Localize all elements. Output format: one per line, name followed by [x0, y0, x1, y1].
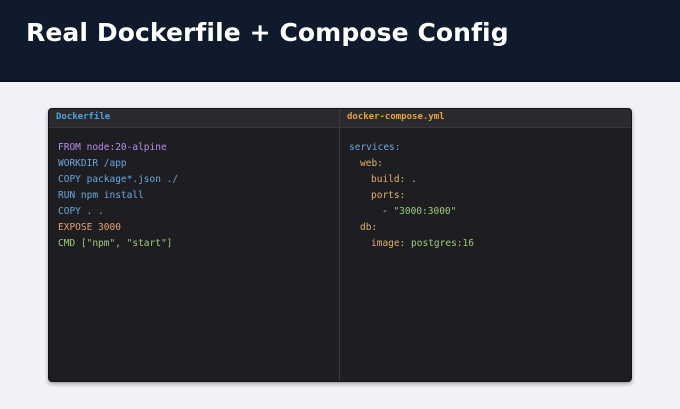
- page-title: Real Dockerfile + Compose Config: [26, 18, 509, 47]
- dockerfile-pane: Dockerfile FROM node:20-alpine WORKDIR /a…: [49, 109, 340, 381]
- dockerfile-tab-label: Dockerfile: [56, 112, 111, 122]
- yaml-value: .: [405, 174, 417, 185]
- compose-tab-label: docker-compose.yml: [347, 112, 445, 122]
- compose-tab[interactable]: docker-compose.yml: [340, 109, 631, 128]
- dockerfile-line: FROM node:20-alpine: [58, 142, 167, 153]
- code-editor-panel: Dockerfile FROM node:20-alpine WORKDIR /a…: [48, 108, 632, 382]
- yaml-key: services:: [349, 142, 401, 153]
- page-header: Real Dockerfile + Compose Config: [0, 0, 680, 82]
- compose-line: web:: [349, 156, 474, 172]
- yaml-key: build:: [371, 174, 406, 185]
- compose-line: db:: [349, 220, 474, 236]
- dockerfile-line: CMD ["npm", "start"]: [58, 238, 173, 249]
- yaml-value: "3000:3000": [393, 206, 457, 217]
- dockerfile-code: FROM node:20-alpine WORKDIR /app COPY pack…: [58, 140, 178, 252]
- compose-line: build: .: [349, 172, 474, 188]
- yaml-key: ports:: [371, 190, 406, 201]
- dockerfile-tab[interactable]: Dockerfile: [49, 109, 339, 128]
- compose-line: - "3000:3000": [349, 204, 474, 220]
- dockerfile-line: RUN npm install: [58, 190, 144, 201]
- dockerfile-line: COPY . .: [58, 206, 104, 217]
- compose-code: services: web: build: . ports: - "3000:3000"…: [349, 140, 474, 252]
- dockerfile-line: COPY package*.json ./: [58, 174, 179, 185]
- yaml-value: postgres:16: [405, 238, 474, 249]
- compose-line: services:: [349, 140, 474, 156]
- yaml-key: -: [382, 206, 394, 217]
- dockerfile-line: EXPOSE 3000: [58, 222, 121, 233]
- compose-line: ports:: [349, 188, 474, 204]
- yaml-key: image:: [371, 238, 406, 249]
- compose-line: image: postgres:16: [349, 236, 474, 252]
- compose-pane: docker-compose.yml services: web: build: .…: [340, 109, 631, 381]
- dockerfile-line: WORKDIR /app: [58, 158, 127, 169]
- yaml-key: db:: [360, 222, 378, 233]
- yaml-key: web:: [360, 158, 383, 169]
